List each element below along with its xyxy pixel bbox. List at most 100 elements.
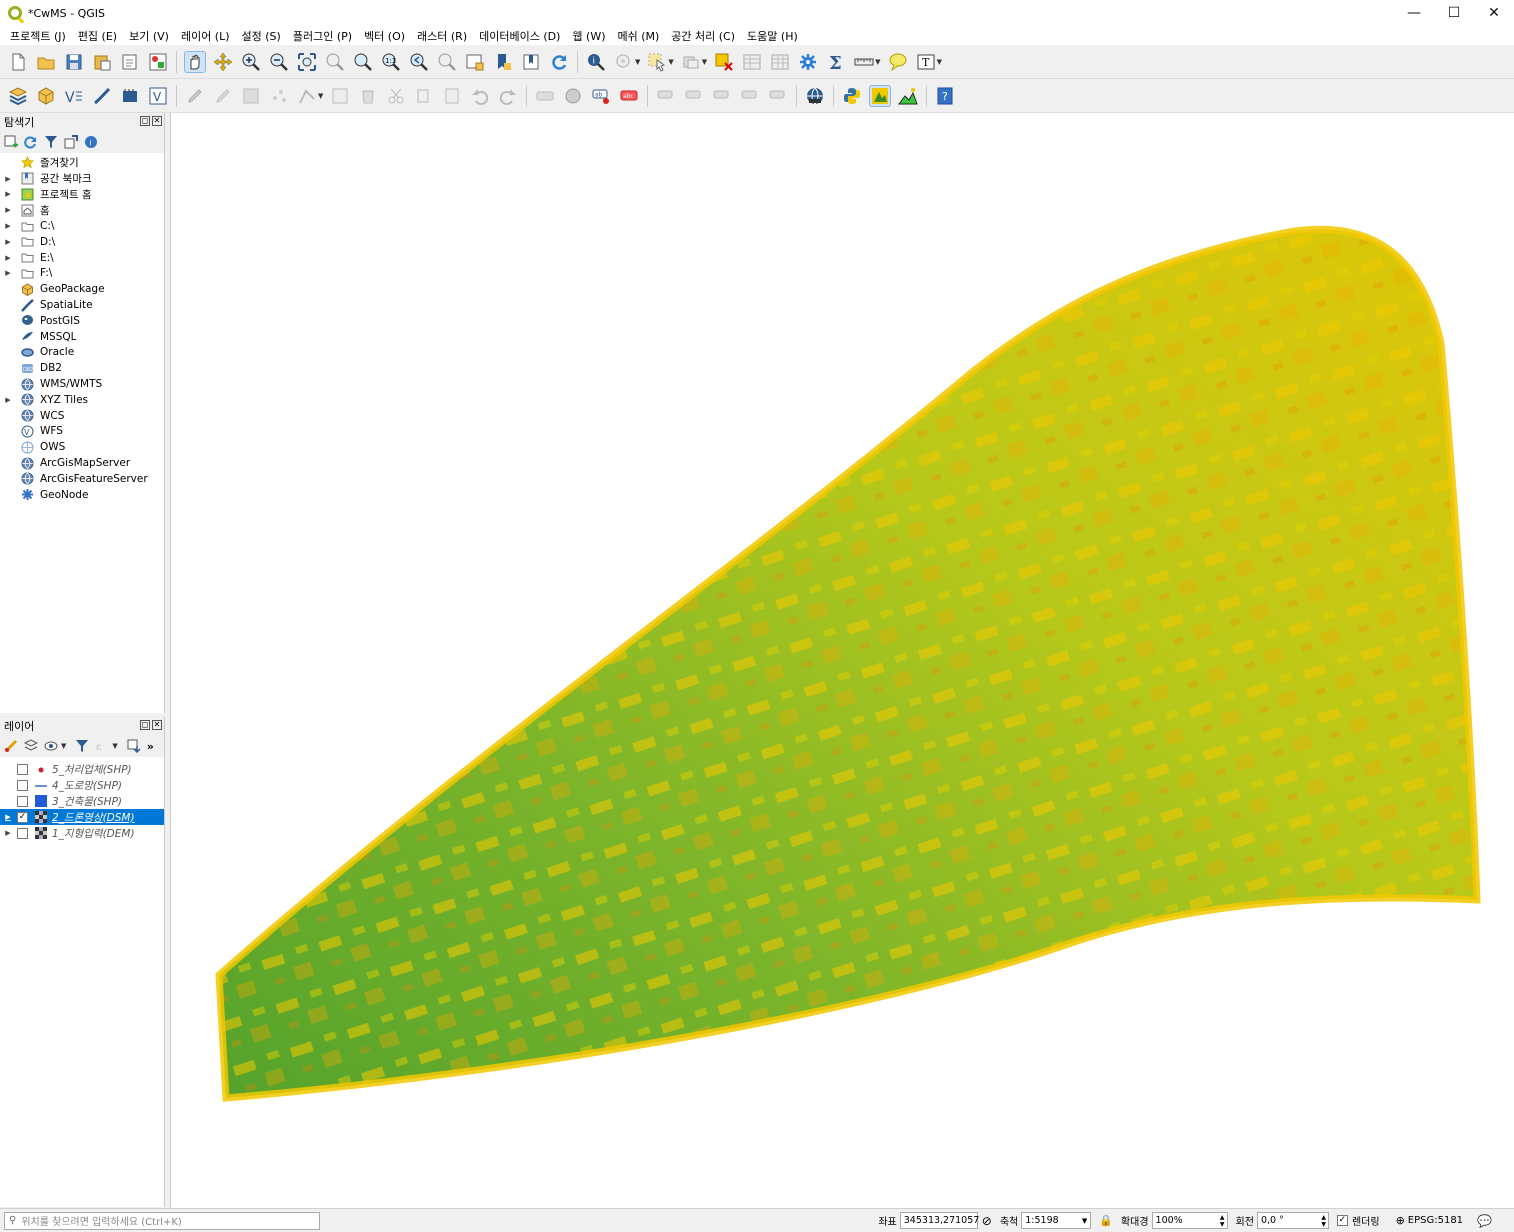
field-calculator-icon[interactable] bbox=[769, 51, 791, 73]
filter-by-expression-icon[interactable]: ε bbox=[95, 739, 109, 753]
text-annotation-icon[interactable]: T bbox=[915, 51, 937, 73]
browser-item[interactable]: ▶ 프로젝트 홈 bbox=[0, 187, 164, 203]
expand-arrow-icon[interactable]: ▶ bbox=[3, 206, 13, 214]
redo-icon[interactable] bbox=[497, 85, 519, 107]
browser-item[interactable]: ArcGisFeatureServer bbox=[0, 471, 164, 487]
deselect-features-icon[interactable] bbox=[680, 51, 702, 73]
browser-item[interactable]: GeoNode bbox=[0, 487, 164, 503]
zoom-to-selection-icon[interactable] bbox=[324, 51, 346, 73]
menu-edit[interactable]: 편집 (E) bbox=[72, 28, 123, 44]
new-virtual-layer-icon[interactable]: V bbox=[147, 85, 169, 107]
menu-vector[interactable]: 벡터 (O) bbox=[358, 28, 411, 44]
collapse-all-icon[interactable] bbox=[64, 135, 78, 149]
change-label-icon[interactable] bbox=[767, 85, 789, 107]
add-selected-layers-icon[interactable] bbox=[4, 135, 18, 149]
expand-arrow-icon[interactable]: ▶ bbox=[3, 190, 13, 198]
menu-raster[interactable]: 래스터 (R) bbox=[411, 28, 473, 44]
expand-all-icon[interactable] bbox=[127, 739, 141, 753]
zoom-out-icon[interactable] bbox=[268, 51, 290, 73]
properties-info-icon[interactable]: i bbox=[84, 135, 98, 149]
zoom-in-icon[interactable] bbox=[240, 51, 262, 73]
browser-item[interactable]: ArcGisMapServer bbox=[0, 455, 164, 471]
expand-arrow-icon[interactable]: ▶ bbox=[3, 222, 13, 230]
label-toolbar-icon[interactable] bbox=[534, 85, 556, 107]
layer-visibility-checkbox[interactable] bbox=[17, 827, 28, 839]
map-tips-icon[interactable] bbox=[887, 51, 909, 73]
expand-arrow-icon[interactable]: ▶ bbox=[3, 269, 13, 277]
new-map-view-icon[interactable] bbox=[464, 51, 486, 73]
browser-item[interactable]: 즐겨찾기 bbox=[0, 155, 164, 171]
dropdown-arrow-icon[interactable]: ▼ bbox=[318, 92, 323, 100]
dropdown-arrow-icon[interactable]: ▼ bbox=[702, 58, 707, 66]
pan-map-icon[interactable] bbox=[184, 50, 206, 73]
undo-icon[interactable] bbox=[469, 85, 491, 107]
refresh-icon[interactable] bbox=[548, 51, 570, 73]
browser-item[interactable]: ▶ 홈 bbox=[0, 202, 164, 218]
crs-globe-icon[interactable]: ⊕ bbox=[1396, 1214, 1405, 1227]
zoom-full-icon[interactable] bbox=[296, 51, 318, 73]
rotate-label-icon[interactable] bbox=[739, 85, 761, 107]
render-checkbox[interactable]: ✓ bbox=[1336, 1215, 1348, 1226]
close-panel-icon[interactable]: ✕ bbox=[152, 720, 162, 730]
help-contents-icon[interactable]: ? bbox=[934, 85, 956, 107]
georeferencer-icon[interactable] bbox=[869, 84, 892, 107]
browser-item[interactable]: WCS bbox=[0, 408, 164, 424]
manage-visibility-icon[interactable] bbox=[44, 739, 58, 753]
toggle-extents-icon[interactable]: ⊘ bbox=[982, 1214, 992, 1228]
python-console-icon[interactable] bbox=[841, 85, 863, 107]
menu-plugins[interactable]: 플러그인 (P) bbox=[287, 28, 358, 44]
menu-mesh[interactable]: 메쉬 (M) bbox=[611, 28, 665, 44]
identify-features-icon[interactable]: i bbox=[585, 51, 607, 73]
data-source-manager-icon[interactable] bbox=[7, 85, 29, 107]
layer-visibility-checkbox[interactable] bbox=[17, 764, 28, 776]
new-shapefile-layer-icon[interactable]: V bbox=[63, 85, 85, 107]
layer-styling-icon[interactable] bbox=[4, 739, 18, 753]
processing-toolbox-icon[interactable] bbox=[797, 51, 819, 73]
menu-view[interactable]: 보기 (V) bbox=[123, 28, 175, 44]
toggle-editing-icon[interactable] bbox=[212, 85, 234, 107]
browser-item[interactable]: ▶ XYZ Tiles bbox=[0, 392, 164, 408]
filter-legend-icon[interactable] bbox=[75, 739, 89, 753]
cut-features-icon[interactable] bbox=[385, 85, 407, 107]
browser-item[interactable]: WMS/WMTS bbox=[0, 376, 164, 392]
terrain-profile-icon[interactable] bbox=[897, 85, 919, 107]
zoom-to-layer-icon[interactable] bbox=[352, 51, 374, 73]
browser-item[interactable]: Oracle bbox=[0, 345, 164, 361]
current-edits-icon[interactable] bbox=[184, 85, 206, 107]
expand-arrow-icon[interactable]: ▶ bbox=[3, 238, 13, 246]
open-project-icon[interactable] bbox=[35, 51, 57, 73]
browser-item[interactable]: DB2 DB2 bbox=[0, 360, 164, 376]
pin-labels-icon[interactable] bbox=[655, 85, 677, 107]
run-action-icon[interactable] bbox=[613, 51, 635, 73]
delete-selected-icon[interactable] bbox=[357, 85, 379, 107]
expand-arrow-icon[interactable]: ▶ bbox=[3, 396, 13, 404]
move-label-icon[interactable] bbox=[711, 85, 733, 107]
deselect-all-icon[interactable] bbox=[713, 51, 735, 73]
minimize-button[interactable]: — bbox=[1394, 0, 1434, 26]
attribute-table-icon[interactable] bbox=[741, 51, 763, 73]
save-as-icon[interactable] bbox=[91, 51, 113, 73]
digitize-point-icon[interactable] bbox=[268, 85, 290, 107]
layer-visibility-checkbox[interactable] bbox=[17, 780, 28, 792]
layer-item[interactable]: 4_도로망(SHP) bbox=[0, 778, 164, 794]
dropdown-arrow-icon[interactable]: ▼ bbox=[668, 58, 673, 66]
expand-arrow-icon[interactable]: ▶ bbox=[3, 813, 13, 821]
maximize-button[interactable]: ☐ bbox=[1434, 0, 1474, 26]
crs-button[interactable]: EPSG:5181 bbox=[1408, 1215, 1463, 1226]
dropdown-arrow-icon[interactable]: ▼ bbox=[875, 58, 880, 66]
new-spatialite-layer-icon[interactable] bbox=[91, 85, 113, 107]
browser-item[interactable]: SpatiaLite bbox=[0, 297, 164, 313]
close-button[interactable]: ✕ bbox=[1474, 0, 1514, 26]
browser-item[interactable]: GeoPackage bbox=[0, 281, 164, 297]
save-edits-icon[interactable] bbox=[240, 85, 262, 107]
messages-icon[interactable]: 💬 bbox=[1477, 1214, 1492, 1228]
layer-item[interactable]: 3_건축물(SHP) bbox=[0, 794, 164, 810]
more-tools-icon[interactable]: » bbox=[147, 740, 154, 753]
menu-project[interactable]: 프로젝트 (J) bbox=[4, 28, 72, 44]
lock-scale-icon[interactable]: 🔒 bbox=[1099, 1214, 1113, 1227]
new-bookmark-icon[interactable] bbox=[492, 51, 514, 73]
measure-line-icon[interactable] bbox=[853, 51, 875, 73]
new-project-icon[interactable] bbox=[7, 51, 29, 73]
menu-processing[interactable]: 공간 처리 (C) bbox=[665, 28, 741, 44]
browser-item[interactable]: ▶ C:\ bbox=[0, 218, 164, 234]
